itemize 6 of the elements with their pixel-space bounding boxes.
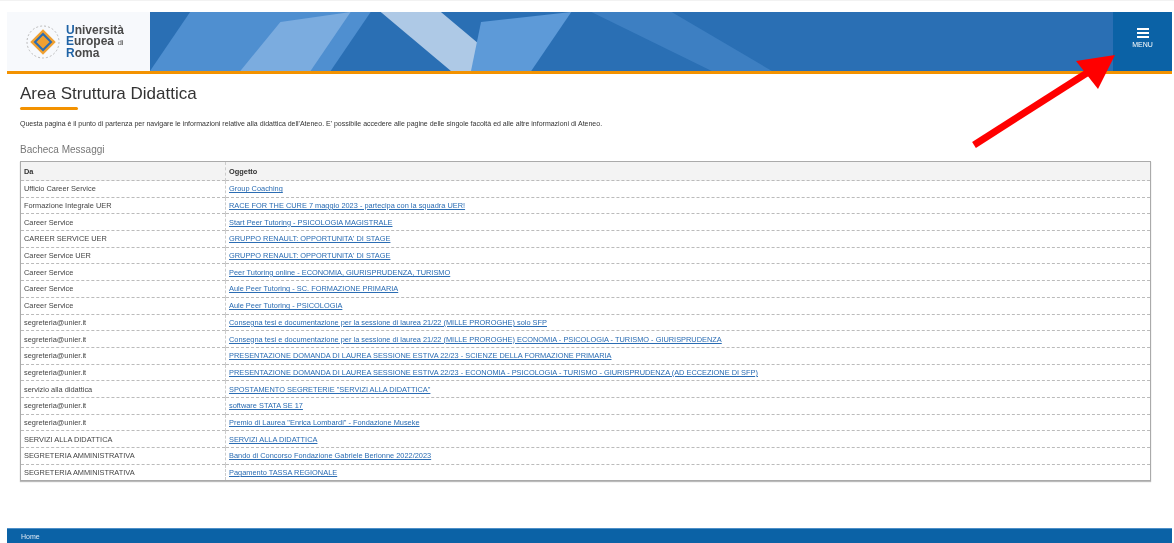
page-title: Area Struttura Didattica	[20, 84, 197, 104]
title-underline	[20, 107, 78, 110]
section-title: Bacheca Messaggi	[20, 144, 106, 155]
logo-text: Università Europea di Roma	[66, 24, 125, 59]
menu-icon	[1136, 27, 1149, 38]
university-logo-icon	[25, 23, 61, 60]
